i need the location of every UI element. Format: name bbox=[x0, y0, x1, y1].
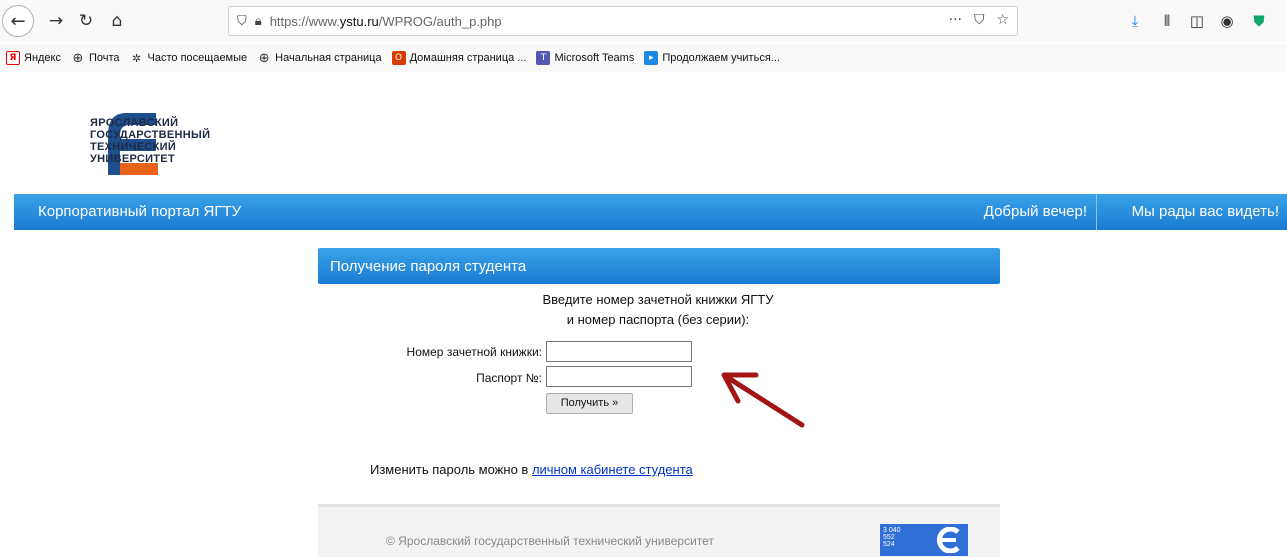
gear-icon: ✲ bbox=[131, 51, 142, 65]
tracking-shield-icon[interactable]: ⛉ bbox=[237, 14, 247, 29]
learning-icon: ▸ bbox=[644, 51, 659, 65]
back-arrow-icon[interactable]: ← bbox=[2, 5, 34, 37]
portal-banner: Корпоративный портал ЯГТУ Добрый вечер! … bbox=[14, 194, 1287, 230]
reload-icon[interactable]: ↻ bbox=[72, 7, 100, 35]
bookmark-learning[interactable]: ▸ Продолжаем учиться... bbox=[644, 51, 780, 65]
bookmark-home-page[interactable]: O Домашняя страница ... bbox=[391, 51, 526, 65]
bookmark-start-page[interactable]: ⊕ Начальная страница bbox=[257, 50, 382, 66]
pocket-icon[interactable]: ⛉ bbox=[974, 12, 985, 28]
browser-toolbar: ← → ↻ ⌂ ⛉ 🔒︎ https://www.ystu.ru/WPROG/a… bbox=[0, 0, 1287, 42]
welcome-text: Мы рады вас видеть! bbox=[1131, 203, 1279, 220]
library-icon[interactable]: ⫴ bbox=[1156, 10, 1178, 32]
counter-logo-icon bbox=[937, 527, 960, 553]
panel-title: Получение пароля студента bbox=[318, 248, 1000, 284]
passport-label: Паспорт №: bbox=[476, 371, 542, 385]
bookmark-mail[interactable]: ⊕ Почта bbox=[71, 50, 120, 66]
office-icon: O bbox=[391, 51, 406, 65]
home-icon[interactable]: ⌂ bbox=[103, 7, 131, 35]
copyright-text: © Ярославский государственный технически… bbox=[386, 534, 714, 548]
passport-input[interactable] bbox=[546, 366, 692, 387]
extension-shield-icon[interactable]: ⛊ bbox=[1248, 10, 1270, 32]
sidebar-icon[interactable]: ◫ bbox=[1186, 10, 1208, 32]
student-cabinet-link[interactable]: личном кабинете студента bbox=[532, 462, 693, 477]
yandex-icon: Я bbox=[6, 51, 20, 65]
lock-icon[interactable]: 🔒︎ bbox=[255, 14, 262, 29]
bookmark-most-visited[interactable]: ✲ Часто посещаемые bbox=[130, 51, 247, 65]
banner-divider bbox=[1096, 194, 1097, 230]
url-text[interactable]: https://www.ystu.ru/WPROG/auth_p.php bbox=[270, 14, 502, 29]
forward-arrow-icon[interactable]: → bbox=[42, 7, 70, 35]
change-password-text: Изменить пароль можно в личном кабинете … bbox=[370, 462, 693, 477]
annotation-arrow-icon bbox=[721, 372, 805, 428]
globe-icon: ⊕ bbox=[258, 50, 270, 66]
bookmarks-bar: Я Яндекс ⊕ Почта ✲ Часто посещаемые ⊕ Началь… bbox=[0, 44, 1287, 72]
address-bar[interactable]: ⛉ 🔒︎ https://www.ystu.ru/WPROG/auth_p.ph… bbox=[228, 6, 1018, 36]
greeting-text: Добрый вечер! bbox=[983, 203, 1087, 220]
logo-text: ЯРОСЛАВСКИЙ ГОСУДАРСТВЕННЫЙ ТЕХНИЧЕСКИЙ … bbox=[90, 117, 211, 165]
download-icon[interactable]: ⤓ bbox=[1124, 10, 1146, 32]
star-icon[interactable]: ☆ bbox=[996, 12, 1009, 28]
visit-counter[interactable]: 3 040 552 524 bbox=[880, 524, 968, 556]
ellipsis-icon[interactable]: ··· bbox=[949, 12, 962, 28]
intro-line-2: и номер паспорта (без серии): bbox=[566, 312, 750, 327]
intro-line-1: Введите номер зачетной книжки ЯГТУ bbox=[542, 292, 774, 307]
account-icon[interactable]: ◉ bbox=[1216, 10, 1238, 32]
bookmark-teams[interactable]: T Microsoft Teams bbox=[536, 51, 634, 65]
globe-icon: ⊕ bbox=[72, 50, 84, 66]
record-book-input[interactable] bbox=[546, 341, 692, 362]
portal-title[interactable]: Корпоративный портал ЯГТУ bbox=[38, 203, 241, 220]
teams-icon: T bbox=[536, 51, 551, 65]
bookmark-yandex[interactable]: Я Яндекс bbox=[6, 51, 61, 65]
record-book-label: Номер зачетной книжки: bbox=[406, 345, 542, 359]
submit-button[interactable]: Получить » bbox=[546, 393, 633, 414]
footer: © Ярославский государственный технически… bbox=[318, 504, 1000, 557]
